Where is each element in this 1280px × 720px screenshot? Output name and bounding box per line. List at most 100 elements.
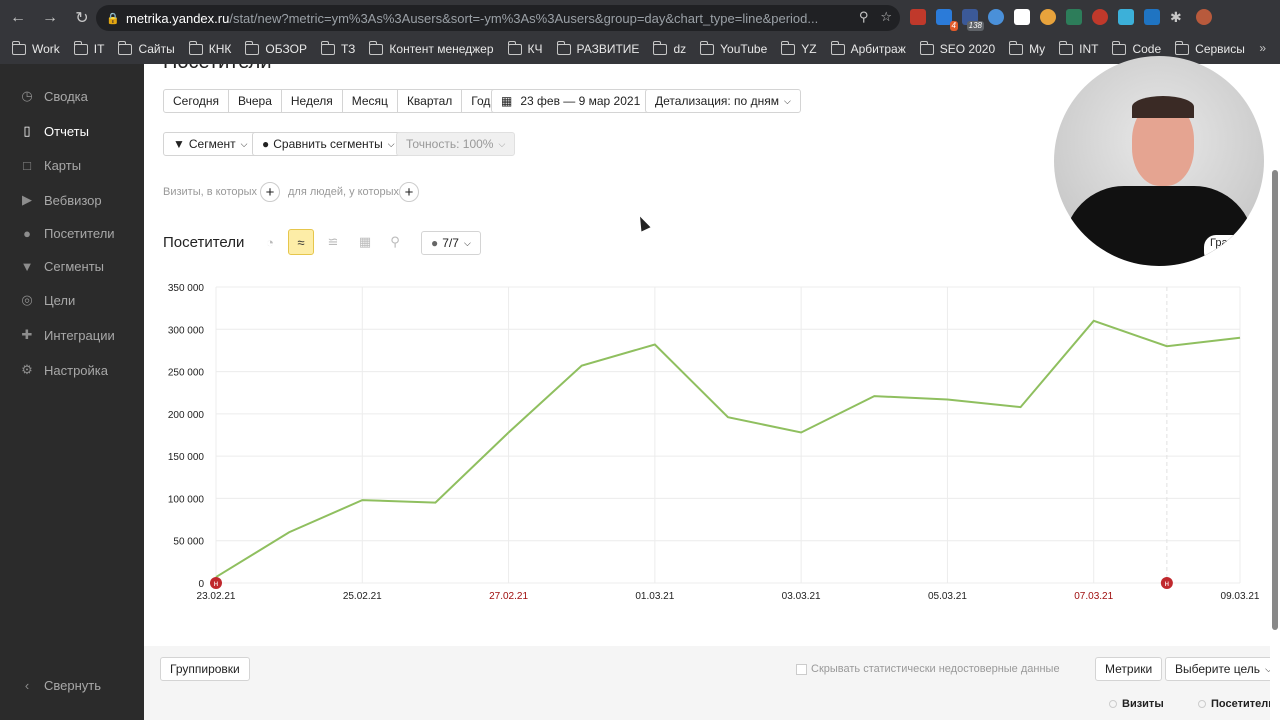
sidebar-item-label: Карты [44, 157, 82, 173]
extension-globe-icon[interactable] [988, 9, 1004, 25]
bookmark-folder[interactable]: РАЗВИТИЕ [556, 40, 639, 56]
y-tick-label: 350 000 [168, 283, 205, 294]
bookmark-folder[interactable]: IT [73, 40, 104, 56]
period-month-button[interactable]: Месяц [343, 90, 398, 112]
bookmark-label: Сайты [138, 42, 175, 56]
series-select-dropdown[interactable]: ● 7/7 ⌵ [421, 231, 481, 255]
extension-check-icon[interactable]: 4 [936, 9, 958, 31]
extension-l-icon[interactable] [1014, 9, 1030, 25]
bar-chart-icon: ▯ [23, 123, 31, 138]
url-text[interactable]: metrika.yandex.ru/stat/new?metric=ym%3As… [126, 11, 836, 26]
segment-dropdown[interactable]: ▼ Сегмент ⌵ [163, 132, 258, 156]
bar-chart-icon[interactable]: ▦ [352, 229, 378, 255]
detail-dropdown[interactable]: Детализация: по дням ⌵ [645, 89, 801, 113]
bookmark-folder[interactable]: Арбитраж [830, 40, 906, 56]
bookmark-folder[interactable]: SEO 2020 [919, 40, 995, 56]
y-tick-label: 0 [198, 579, 204, 590]
period-today-button[interactable]: Сегодня [164, 90, 229, 112]
goal-label: Выберите цель [1175, 662, 1261, 676]
bookmark-label: Арбитраж [850, 42, 906, 56]
bookmarks-more-button[interactable]: » [1259, 41, 1266, 55]
sidebar-item-settings[interactable]: ⚙ Настройка [0, 355, 144, 385]
scrollbar-thumb[interactable] [1272, 170, 1278, 630]
sidebar-item-summary[interactable]: ◷ Сводка [0, 81, 144, 111]
sidebar-item-integrations[interactable]: ✚ Интеграции [0, 320, 144, 350]
metrics-button[interactable]: Метрики [1095, 657, 1163, 681]
compare-segments-dropdown[interactable]: ● Сравнить сегменты ⌵ [252, 132, 405, 156]
extension-seo-icon[interactable] [910, 9, 926, 25]
compare-label: Сравнить сегменты [273, 137, 383, 151]
sidebar-item-webvisor[interactable]: ▶ Вебвизор [0, 185, 144, 215]
extension-s2-icon[interactable] [1144, 9, 1160, 25]
bookmark-folder[interactable]: КЧ [507, 40, 543, 56]
chart-toggle-button[interactable]: График ⌃ [1204, 235, 1264, 264]
sidebar-collapse-button[interactable]: ‹ Свернуть [0, 670, 144, 700]
folder-icon [118, 40, 133, 55]
bookmark-folder[interactable]: YouTube [700, 40, 767, 56]
bookmark-folder[interactable]: dz [653, 40, 686, 56]
extension-grid-icon[interactable]: 138 [962, 9, 984, 31]
profile-avatar[interactable] [1196, 9, 1212, 25]
sidebar-item-goals[interactable]: ◎ Цели [0, 285, 144, 315]
back-icon[interactable]: ← [4, 4, 32, 32]
bookmark-folder[interactable]: ТЗ [320, 40, 356, 56]
page-scrollbar[interactable] [1270, 64, 1280, 720]
bookmark-folder[interactable]: Work [12, 40, 60, 56]
gear-icon: ⚙ [21, 362, 33, 377]
goal-dropdown[interactable]: Выберите цель ⌵ [1165, 657, 1270, 681]
sidebar-item-label: Настройка [44, 362, 108, 378]
bookmark-folder[interactable]: INT [1059, 40, 1098, 56]
extension-leaf-icon[interactable] [1040, 9, 1056, 25]
reload-icon[interactable]: ↻ [68, 4, 96, 32]
line-chart-icon[interactable]: ≈ [288, 229, 314, 255]
plus-icon: + [265, 183, 275, 201]
column-visits[interactable]: Визиты [1109, 698, 1164, 710]
sidebar-item-segments[interactable]: ▼ Сегменты [0, 251, 144, 281]
chevron-down-icon: ⌵ [783, 95, 791, 106]
extensions-puzzle-icon[interactable]: ✱ [1170, 9, 1186, 25]
zoom-icon[interactable]: ⚲ [859, 9, 869, 25]
star-icon[interactable]: ☆ [880, 9, 892, 25]
bookmark-folder[interactable]: ОБЗОР [245, 40, 307, 56]
sidebar-item-label: Отчеты [44, 123, 89, 139]
period-quarter-button[interactable]: Квартал [398, 90, 463, 112]
period-week-button[interactable]: Неделя [282, 90, 343, 112]
plus-icon: + [404, 183, 414, 201]
bookmark-folder[interactable]: My [1009, 40, 1045, 56]
groupings-button[interactable]: Группировки [160, 657, 250, 681]
folder-icon [1112, 40, 1127, 55]
extension-s-icon[interactable] [1066, 9, 1082, 25]
folder-icon [1175, 40, 1190, 55]
column-visitors[interactable]: Посетители [1198, 698, 1270, 710]
add-visit-filter-button[interactable]: + [260, 182, 280, 202]
date-range-button[interactable]: ▦ 23 фев — 9 мар 2021 [491, 89, 651, 113]
bookmark-folder[interactable]: КНК [188, 40, 231, 56]
bookmark-label: ТЗ [340, 42, 356, 56]
bookmark-folder[interactable]: Code [1112, 40, 1161, 56]
bookmark-folder[interactable]: Сайты [118, 40, 175, 56]
hide-unreliable-checkbox[interactable]: Скрывать статистически недостоверные дан… [796, 663, 1060, 675]
map-pin-icon[interactable]: ⚲ [382, 229, 408, 255]
extension-square-icon[interactable] [1118, 9, 1134, 25]
extension-stop-icon[interactable] [1092, 9, 1108, 25]
bookmark-label: ОБЗОР [265, 42, 307, 56]
sidebar-item-maps[interactable]: □ Карты [0, 150, 144, 180]
bookmark-folder[interactable]: YZ [781, 40, 817, 56]
add-people-filter-button[interactable]: + [399, 182, 419, 202]
accuracy-label: Точность: 100% [406, 137, 494, 151]
bookmark-label: КЧ [527, 42, 543, 56]
accuracy-dropdown[interactable]: Точность: 100% ⌵ [396, 132, 516, 156]
address-bar[interactable]: 🔒 metrika.yandex.ru/stat/new?metric=ym%3… [96, 5, 900, 31]
x-tick-label: 27.02.21 [489, 591, 528, 602]
forward-icon[interactable]: → [36, 4, 64, 32]
period-yesterday-button[interactable]: Вчера [229, 90, 282, 112]
bookmark-label: Контент менеджер [389, 42, 494, 56]
area-chart-icon[interactable]: ≌ [320, 229, 346, 255]
sidebar-item-visitors[interactable]: ● Посетители [0, 218, 144, 248]
pie-chart-icon[interactable]: ◔ [257, 229, 283, 255]
segment-label: Сегмент [188, 137, 236, 151]
bookmark-folder[interactable]: Сервисы [1175, 40, 1245, 56]
bookmark-folder[interactable]: Контент менеджер [369, 40, 494, 56]
sidebar-item-reports[interactable]: ▯ Отчеты [0, 116, 144, 146]
calendar-icon: ▦ [501, 94, 513, 108]
